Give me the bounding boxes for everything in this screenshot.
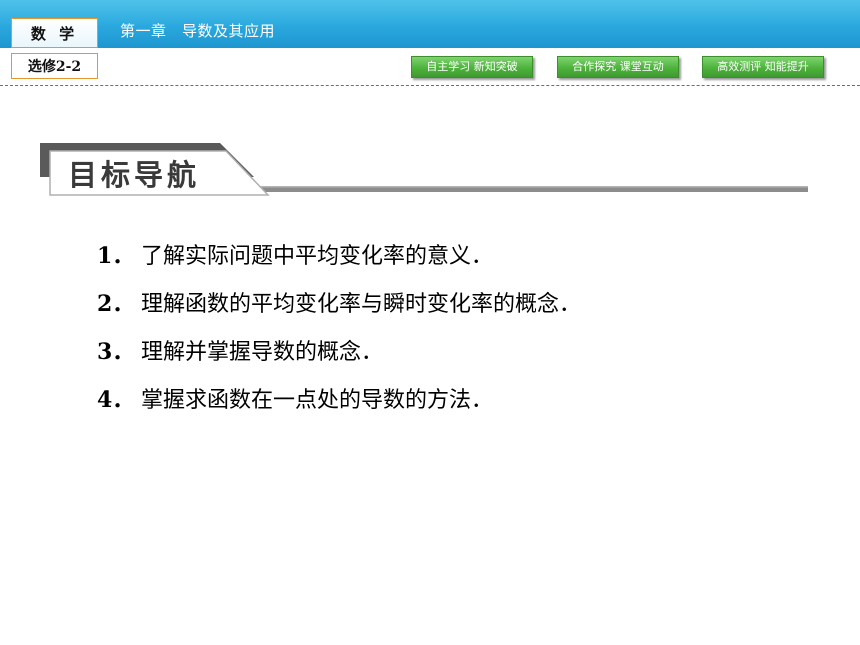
objective-item: 2． 理解函数的平均变化率与瞬时变化率的概念． xyxy=(97,280,581,328)
objective-text: 理解并掌握导数的概念． xyxy=(141,340,384,365)
self-study-button[interactable]: 自主学习 新知突破 xyxy=(411,56,533,78)
objective-number: 3． xyxy=(97,339,135,365)
section-heading: 目标导航 xyxy=(40,143,810,199)
assessment-button[interactable]: 高效测评 知能提升 xyxy=(702,56,824,78)
header-divider xyxy=(0,85,860,86)
objective-item: 4． 掌握求函数在一点处的导数的方法． xyxy=(97,376,581,424)
objective-number: 2． xyxy=(97,291,135,317)
objective-text: 了解实际问题中平均变化率的意义． xyxy=(141,244,494,269)
chapter-title: 第一章 导数及其应用 xyxy=(120,22,276,40)
cooperative-inquiry-button[interactable]: 合作探究 课堂互动 xyxy=(557,56,679,78)
section-title: 目标导航 xyxy=(68,158,201,192)
objective-item: 1． 了解实际问题中平均变化率的意义． xyxy=(97,232,581,280)
objective-item: 3． 理解并掌握导数的概念． xyxy=(97,328,581,376)
objective-text: 理解函数的平均变化率与瞬时变化率的概念． xyxy=(141,292,582,317)
objectives-list: 1． 了解实际问题中平均变化率的意义． 2． 理解函数的平均变化率与瞬时变化率的概念… xyxy=(97,232,581,424)
elective-label: 选修2-2 xyxy=(11,53,98,79)
objective-number: 4． xyxy=(97,387,135,413)
objective-text: 掌握求函数在一点处的导数的方法． xyxy=(141,388,494,413)
objective-number: 1． xyxy=(97,243,135,269)
subject-label: 数 学 xyxy=(11,18,98,48)
